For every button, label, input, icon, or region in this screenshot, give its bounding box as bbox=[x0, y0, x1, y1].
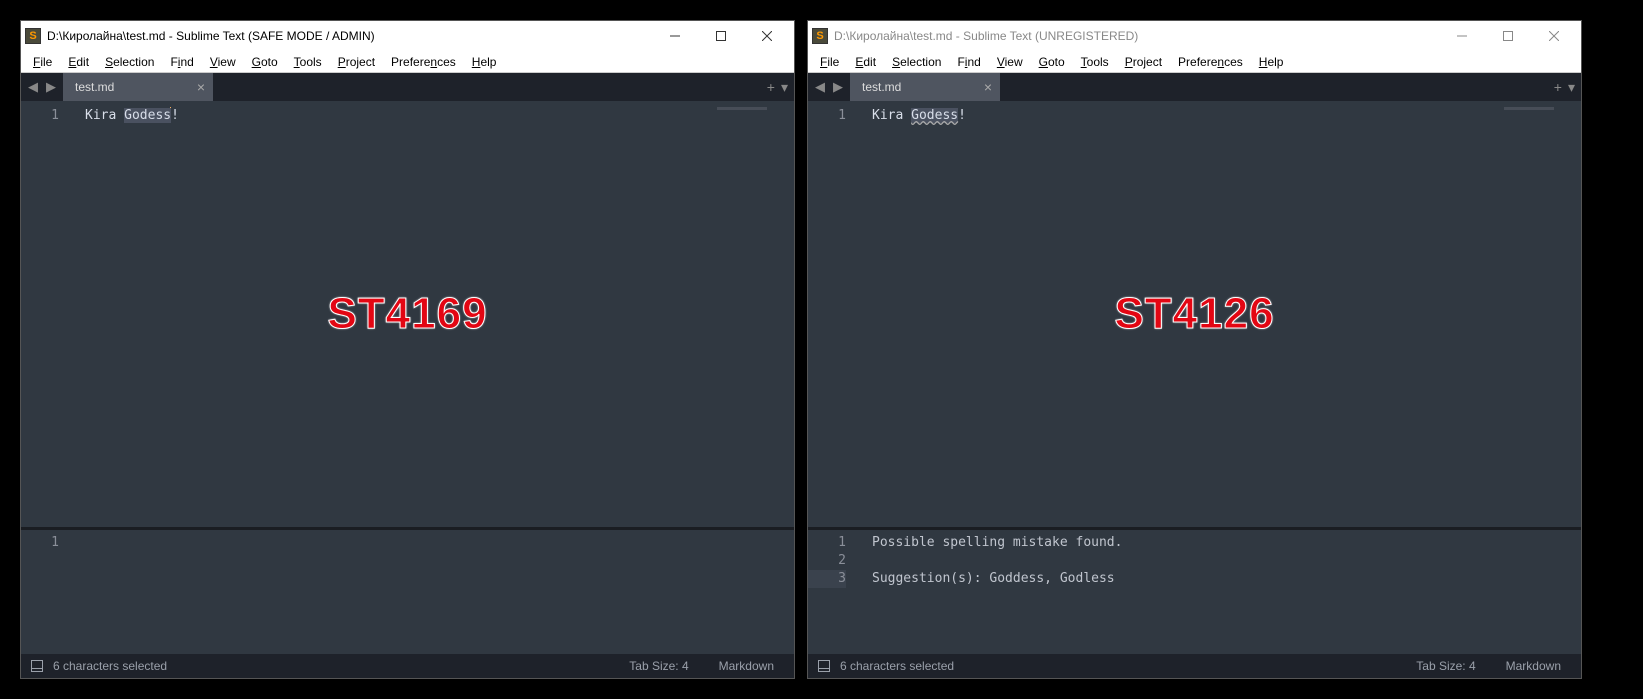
status-syntax[interactable]: Markdown bbox=[1496, 659, 1571, 673]
menu-edit[interactable]: Edit bbox=[60, 53, 97, 71]
tab-label: test.md bbox=[862, 80, 901, 94]
window-controls bbox=[1439, 22, 1577, 50]
tab-test-md[interactable]: test.md × bbox=[63, 73, 213, 101]
output-line: Suggestion(s): Goddess, Godless bbox=[872, 570, 1581, 588]
panel-toggle-icon[interactable] bbox=[818, 660, 830, 672]
app-icon bbox=[25, 28, 41, 44]
output-panel[interactable]: 1 bbox=[21, 530, 794, 654]
tabbar: ◀ ▶ test.md × + ▾ bbox=[21, 73, 794, 101]
new-tab-icon[interactable]: + bbox=[1554, 79, 1562, 95]
minimap[interactable] bbox=[714, 101, 794, 527]
editor-area: 1 Kira Godess! ST4169 1 bbox=[21, 101, 794, 654]
editor-main[interactable]: 1 Kira Godess! ST4126 bbox=[808, 101, 1581, 527]
minimize-button[interactable] bbox=[652, 22, 698, 50]
close-button[interactable] bbox=[744, 22, 790, 50]
statusbar: 6 characters selected Tab Size: 4 Markdo… bbox=[21, 654, 794, 678]
status-selection: 6 characters selected bbox=[840, 659, 954, 673]
status-tabsize[interactable]: Tab Size: 4 bbox=[619, 659, 698, 673]
menu-help[interactable]: Help bbox=[464, 53, 505, 71]
menu-preferences[interactable]: Preferences bbox=[383, 53, 464, 71]
minimap-indicator bbox=[717, 107, 767, 110]
menu-project[interactable]: Project bbox=[1117, 53, 1170, 71]
menu-tools[interactable]: Tools bbox=[1073, 53, 1117, 71]
output-content[interactable]: Possible spelling mistake found. Suggest… bbox=[862, 530, 1581, 654]
minimap-indicator bbox=[1504, 107, 1554, 110]
menu-project[interactable]: Project bbox=[330, 53, 383, 71]
menu-file[interactable]: File bbox=[812, 53, 847, 71]
sublime-window-right: D:\Киролайна\test.md - Sublime Text (UNR… bbox=[807, 20, 1582, 679]
line-number: 1 bbox=[808, 107, 846, 125]
menu-goto[interactable]: Goto bbox=[1031, 53, 1073, 71]
minimize-button[interactable] bbox=[1439, 22, 1485, 50]
gutter: 1 bbox=[808, 101, 862, 527]
window-title: D:\Киролайна\test.md - Sublime Text (UNR… bbox=[834, 29, 1439, 43]
menu-find[interactable]: Find bbox=[162, 53, 201, 71]
output-line-number: 3 bbox=[808, 570, 846, 588]
close-button[interactable] bbox=[1531, 22, 1577, 50]
tab-label: test.md bbox=[75, 80, 114, 94]
tab-test-md[interactable]: test.md × bbox=[850, 73, 1000, 101]
sublime-window-left: D:\Киролайна\test.md - Sublime Text (SAF… bbox=[20, 20, 795, 679]
status-syntax[interactable]: Markdown bbox=[709, 659, 784, 673]
menu-selection[interactable]: Selection bbox=[884, 53, 949, 71]
status-selection: 6 characters selected bbox=[53, 659, 167, 673]
output-line bbox=[872, 552, 1581, 570]
new-tab-icon[interactable]: + bbox=[767, 79, 775, 95]
line-number: 1 bbox=[21, 107, 59, 125]
code-content[interactable]: Kira Godess! bbox=[862, 101, 1501, 527]
menu-file[interactable]: File bbox=[25, 53, 60, 71]
selection: Godess bbox=[124, 108, 171, 123]
menu-view[interactable]: View bbox=[202, 53, 244, 71]
menubar: File Edit Selection Find View Goto Tools… bbox=[21, 51, 794, 73]
editor-area: 1 Kira Godess! ST4126 1 2 3 Possible spe… bbox=[808, 101, 1581, 654]
menubar: File Edit Selection Find View Goto Tools… bbox=[808, 51, 1581, 73]
output-line-number: 2 bbox=[808, 552, 846, 570]
gutter: 1 bbox=[21, 101, 75, 527]
output-panel[interactable]: 1 2 3 Possible spelling mistake found. S… bbox=[808, 530, 1581, 654]
code-line-1[interactable]: Kira Godess! bbox=[872, 107, 1501, 125]
output-gutter: 1 2 3 bbox=[808, 530, 862, 654]
menu-help[interactable]: Help bbox=[1251, 53, 1292, 71]
nav-forward-icon[interactable]: ▶ bbox=[43, 79, 59, 95]
menu-edit[interactable]: Edit bbox=[847, 53, 884, 71]
nav-forward-icon[interactable]: ▶ bbox=[830, 79, 846, 95]
tab-dropdown-icon[interactable]: ▾ bbox=[781, 79, 788, 96]
titlebar[interactable]: D:\Киролайна\test.md - Sublime Text (UNR… bbox=[808, 21, 1581, 51]
selection-squiggly: Godess bbox=[911, 108, 958, 123]
code-line-1[interactable]: Kira Godess! bbox=[85, 107, 714, 125]
minimap[interactable] bbox=[1501, 101, 1581, 527]
status-tabsize[interactable]: Tab Size: 4 bbox=[1406, 659, 1485, 673]
tabbar: ◀ ▶ test.md × + ▾ bbox=[808, 73, 1581, 101]
tab-close-icon[interactable]: × bbox=[197, 79, 205, 95]
output-content[interactable] bbox=[75, 530, 794, 654]
output-gutter: 1 bbox=[21, 530, 75, 654]
output-line bbox=[85, 534, 794, 552]
menu-goto[interactable]: Goto bbox=[244, 53, 286, 71]
menu-tools[interactable]: Tools bbox=[286, 53, 330, 71]
menu-view[interactable]: View bbox=[989, 53, 1031, 71]
tab-dropdown-icon[interactable]: ▾ bbox=[1568, 79, 1575, 96]
panel-toggle-icon[interactable] bbox=[31, 660, 43, 672]
app-icon bbox=[812, 28, 828, 44]
window-controls bbox=[652, 22, 790, 50]
statusbar: 6 characters selected Tab Size: 4 Markdo… bbox=[808, 654, 1581, 678]
menu-preferences[interactable]: Preferences bbox=[1170, 53, 1251, 71]
maximize-button[interactable] bbox=[698, 22, 744, 50]
titlebar[interactable]: D:\Киролайна\test.md - Sublime Text (SAF… bbox=[21, 21, 794, 51]
output-line-number: 1 bbox=[808, 534, 846, 552]
code-content[interactable]: Kira Godess! bbox=[75, 101, 714, 527]
output-line: Possible spelling mistake found. bbox=[872, 534, 1581, 552]
tab-close-icon[interactable]: × bbox=[984, 79, 992, 95]
window-title: D:\Киролайна\test.md - Sublime Text (SAF… bbox=[47, 29, 652, 43]
menu-find[interactable]: Find bbox=[949, 53, 988, 71]
nav-back-icon[interactable]: ◀ bbox=[25, 79, 41, 95]
menu-selection[interactable]: Selection bbox=[97, 53, 162, 71]
maximize-button[interactable] bbox=[1485, 22, 1531, 50]
output-line-number: 1 bbox=[21, 534, 59, 552]
nav-back-icon[interactable]: ◀ bbox=[812, 79, 828, 95]
editor-main[interactable]: 1 Kira Godess! ST4169 bbox=[21, 101, 794, 527]
